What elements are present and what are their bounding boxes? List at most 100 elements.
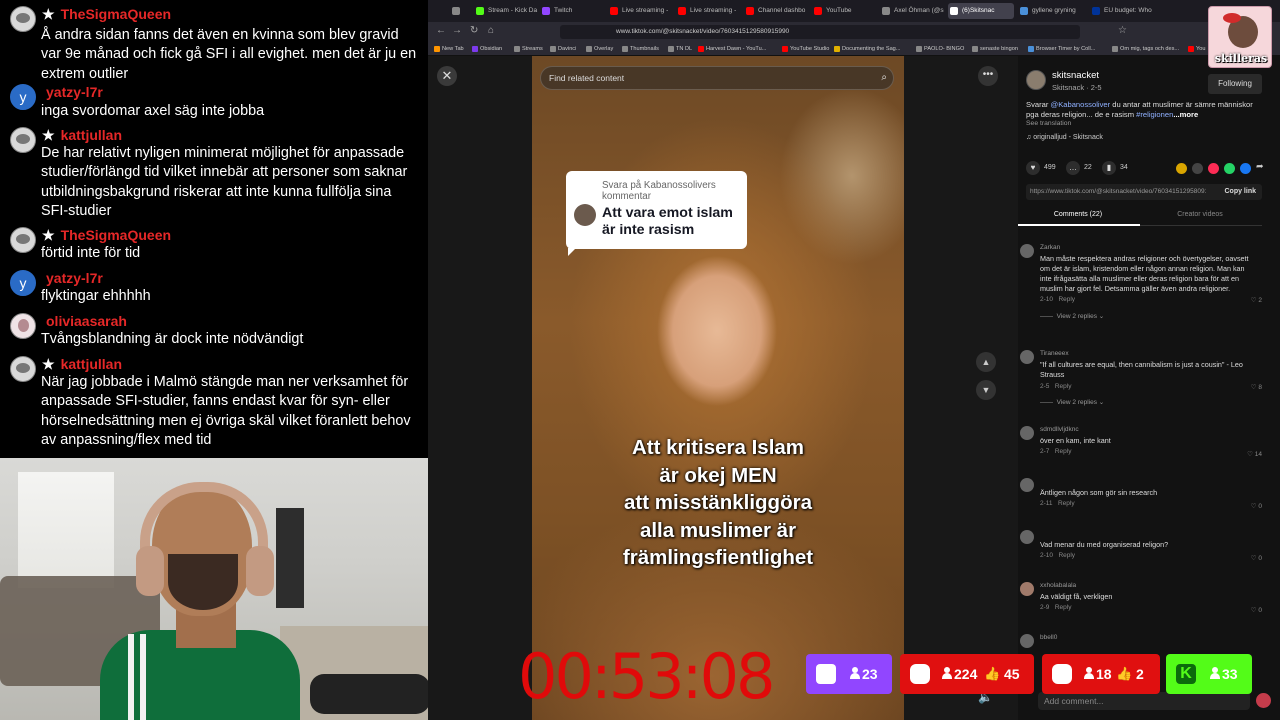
copy-link-button[interactable]: Copy link <box>1224 184 1256 200</box>
commenter-name[interactable]: bbell0 <box>1040 634 1057 641</box>
commenter-avatar[interactable] <box>1020 582 1034 596</box>
chevron-up-icon: ▲ <box>981 357 991 367</box>
tab-youtube[interactable]: YouTube <box>812 3 878 19</box>
share-icon[interactable]: ➦ <box>1256 161 1264 172</box>
bookmark-item[interactable]: Overlay <box>586 44 613 54</box>
previous-video-button[interactable]: ▲ <box>976 352 996 372</box>
tab-youtube-live[interactable]: Live streaming - <box>608 3 674 19</box>
commenter-avatar[interactable] <box>1020 530 1034 544</box>
bookmark-item[interactable]: TN DL <box>668 44 692 54</box>
commenter-name[interactable]: Zarkan <box>1040 244 1060 251</box>
tab-youtube-live-2[interactable]: Live streaming - <box>676 3 742 19</box>
following-button[interactable]: Following <box>1208 74 1262 94</box>
bookmark-item[interactable]: YouTube Studio <box>782 44 829 54</box>
bookmark-item[interactable]: Browser Timer by Coll... <box>1028 44 1095 54</box>
commenter-name[interactable]: sdmdllvljdknc <box>1040 426 1079 433</box>
reply-link[interactable]: Reply <box>1055 383 1072 390</box>
related-search-input[interactable]: Find related content ⌕ <box>540 66 894 90</box>
bookmark-item[interactable]: Om mig, tags och des... <box>1112 44 1179 54</box>
comment-like[interactable]: ♡ 0 <box>1251 606 1262 614</box>
bookmark-item[interactable]: Harvest Dawn - YouTu... <box>698 44 766 54</box>
repost-icon[interactable] <box>1176 163 1187 174</box>
view-replies-link[interactable]: —— View 2 replies ⌄ <box>1040 398 1104 406</box>
more-link[interactable]: ...more <box>1173 110 1198 119</box>
commenter-name[interactable]: Tiraneeex <box>1040 350 1069 357</box>
reply-link[interactable]: Reply <box>1055 604 1072 611</box>
embed-icon[interactable] <box>1192 163 1203 174</box>
save-button[interactable]: ▮ 34 <box>1102 161 1128 175</box>
tab[interactable] <box>450 3 472 19</box>
heart-icon: ♥ <box>1026 161 1040 175</box>
commenter-name[interactable]: xxholabalala <box>1040 582 1076 589</box>
next-video-button[interactable]: ▼ <box>976 380 996 400</box>
youtube-icon <box>910 664 930 684</box>
sound-link[interactable]: ♫ originalljud - Skitsnack <box>1026 134 1103 141</box>
tab-gyllene-gryning[interactable]: gyllene gryning <box>1018 3 1088 19</box>
send-icon[interactable] <box>1208 163 1219 174</box>
comment-like[interactable]: ♡ 2 <box>1251 296 1262 304</box>
tab-eu-budget[interactable]: EU budget: Who <box>1090 3 1160 19</box>
hashtag-link[interactable]: #religionen <box>1134 110 1173 119</box>
commenter-avatar[interactable] <box>1020 426 1034 440</box>
tab-axel[interactable]: Axel Öhman (@s <box>880 3 946 19</box>
commenter-avatar[interactable] <box>1020 350 1034 364</box>
eu-icon <box>1092 7 1100 15</box>
whatsapp-icon[interactable] <box>1224 163 1235 174</box>
bookmark-item[interactable]: New Tab <box>434 44 464 54</box>
post-link[interactable]: https://www.tiktok.com/@skitsnacket/vide… <box>1030 184 1206 200</box>
author-name[interactable]: skitsnacket <box>1052 70 1099 81</box>
bookmark-item[interactable]: Streams <box>514 44 543 54</box>
chat-username: ★ TheSigmaQueen <box>42 6 172 22</box>
commenter-avatar[interactable] <box>1020 244 1034 258</box>
comment-like[interactable]: ♡ 0 <box>1251 554 1262 562</box>
close-icon: ✕ <box>441 68 453 83</box>
facebook-icon[interactable] <box>1240 163 1251 174</box>
reply-link[interactable]: Reply <box>1055 448 1072 455</box>
comment-like[interactable]: ♡ 14 <box>1247 450 1262 458</box>
close-button[interactable]: ✕ <box>437 66 457 86</box>
video-player[interactable]: Find related content ⌕ Svara på Kabanoss… <box>532 56 904 720</box>
bookmark-item[interactable]: Obsidian <box>472 44 502 54</box>
forward-icon[interactable]: → <box>452 25 462 36</box>
url-field[interactable]: www.tiktok.com/@skitsnacket/video/760341… <box>560 25 1080 39</box>
commenter-avatar[interactable] <box>1020 478 1034 492</box>
tab-creator-videos[interactable]: Creator videos <box>1140 211 1260 218</box>
tab-twitch[interactable]: Twitch <box>540 3 604 19</box>
send-button[interactable] <box>1256 693 1271 708</box>
twitch-viewer-badge: 23 <box>806 654 892 694</box>
reload-icon[interactable]: ↻ <box>470 25 478 36</box>
tab-channel-dashboard[interactable]: Channel dashbo <box>744 3 810 19</box>
more-options-button[interactable]: ••• <box>978 66 998 86</box>
tab-kick[interactable]: Stream - Kick Da <box>474 3 538 19</box>
view-replies-link[interactable]: —— View 2 replies ⌄ <box>1040 312 1104 320</box>
add-comment-input[interactable]: Add comment... <box>1038 692 1250 710</box>
bookmark-item[interactable]: Davinci <box>550 44 576 54</box>
chat-message: ★ TheSigmaQueen Å andra sidan fanns det ä… <box>10 6 422 82</box>
bookmark-item[interactable]: You <box>1188 44 1205 54</box>
home-icon[interactable]: ⌂ <box>488 25 494 36</box>
reply-link[interactable]: Reply <box>1058 552 1075 559</box>
bookmark-item[interactable]: senaste bingon <box>972 44 1018 54</box>
bookmark-item[interactable]: PAOLO- BINGO <box>916 44 964 54</box>
comment-like[interactable]: ♡ 8 <box>1251 383 1262 391</box>
comment-like[interactable]: ♡ 0 <box>1251 502 1262 510</box>
see-translation-link[interactable]: See translation <box>1026 120 1071 127</box>
search-placeholder: Find related content <box>549 73 625 83</box>
comment-item: Äntligen någon som gör sin research 2-11… <box>1018 478 1268 514</box>
chat-username: yatzy-l7r <box>46 84 103 100</box>
bookmark-star-icon[interactable]: ☆ <box>1118 25 1127 36</box>
mention-link[interactable]: @Kabanossoliver <box>1050 100 1110 109</box>
tab-comments[interactable]: Comments (22) <box>1018 211 1138 218</box>
reply-link[interactable]: Reply <box>1058 500 1075 507</box>
bookmark-item[interactable]: Documenting the Sag... <box>834 44 900 54</box>
back-icon[interactable]: ← <box>436 25 446 36</box>
tab-skitsnack[interactable]: (6)Skitsnac <box>948 3 1014 19</box>
search-icon[interactable]: ⌕ <box>881 67 887 89</box>
commenter-avatar[interactable] <box>1020 634 1034 648</box>
thumbs-up-icon: 👍 <box>1116 666 1133 681</box>
reply-link[interactable]: Reply <box>1058 296 1075 303</box>
comment-button[interactable]: … 22 <box>1066 161 1092 175</box>
bookmark-item[interactable]: Thumbnails <box>622 44 659 54</box>
like-button[interactable]: ♥ 499 <box>1026 161 1056 175</box>
author-avatar[interactable] <box>1026 70 1046 90</box>
